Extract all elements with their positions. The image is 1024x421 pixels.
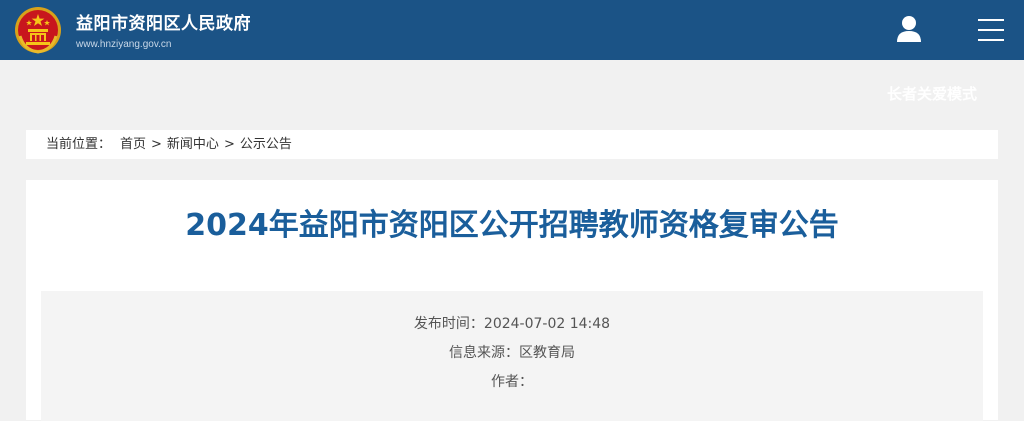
publish-time-value: 2024-07-02 14:48 <box>483 316 611 332</box>
breadcrumb-announcements-link[interactable]: 公示公告 <box>240 137 292 152</box>
publish-time-label: 发布时间： <box>413 316 484 332</box>
breadcrumb-label: 当前位置： <box>46 137 112 152</box>
article-title: 2024年益阳市资阳区公开招聘教师资格复审公告 <box>185 208 839 243</box>
breadcrumb-news-center-link[interactable]: 新闻中心 <box>167 137 219 152</box>
article-card: 2024年益阳市资阳区公开招聘教师资格复审公告 发布时间：2024-07-02 … <box>26 180 998 421</box>
site-url: www.hnziyang.gov.cn <box>76 39 172 50</box>
source-value: 区教育局 <box>519 345 575 361</box>
source-row: 信息来源：区教育局 <box>41 344 983 362</box>
author-row: 作者： <box>41 373 983 391</box>
menu-icon[interactable] <box>978 19 1004 41</box>
breadcrumb-separator: > <box>151 137 162 152</box>
site-header: 益阳市资阳区人民政府 www.hnziyang.gov.cn <box>0 0 1024 60</box>
source-label: 信息来源： <box>449 345 519 361</box>
site-name[interactable]: 益阳市资阳区人民政府 <box>76 14 251 34</box>
user-icon[interactable] <box>896 15 922 43</box>
author-label: 作者： <box>491 374 533 390</box>
publish-time-row: 发布时间：2024-07-02 14:48 <box>41 315 983 333</box>
breadcrumb-home-link[interactable]: 首页 <box>120 137 146 152</box>
breadcrumb: 当前位置： 首页 > 新闻中心 > 公示公告 <box>26 130 998 159</box>
elder-care-mode-button[interactable]: 长者关爱模式 <box>887 84 977 104</box>
national-emblem-icon[interactable] <box>14 6 62 54</box>
breadcrumb-separator: > <box>223 137 235 152</box>
article-meta: 发布时间：2024-07-02 14:48 信息来源：区教育局 作者： <box>41 291 983 421</box>
